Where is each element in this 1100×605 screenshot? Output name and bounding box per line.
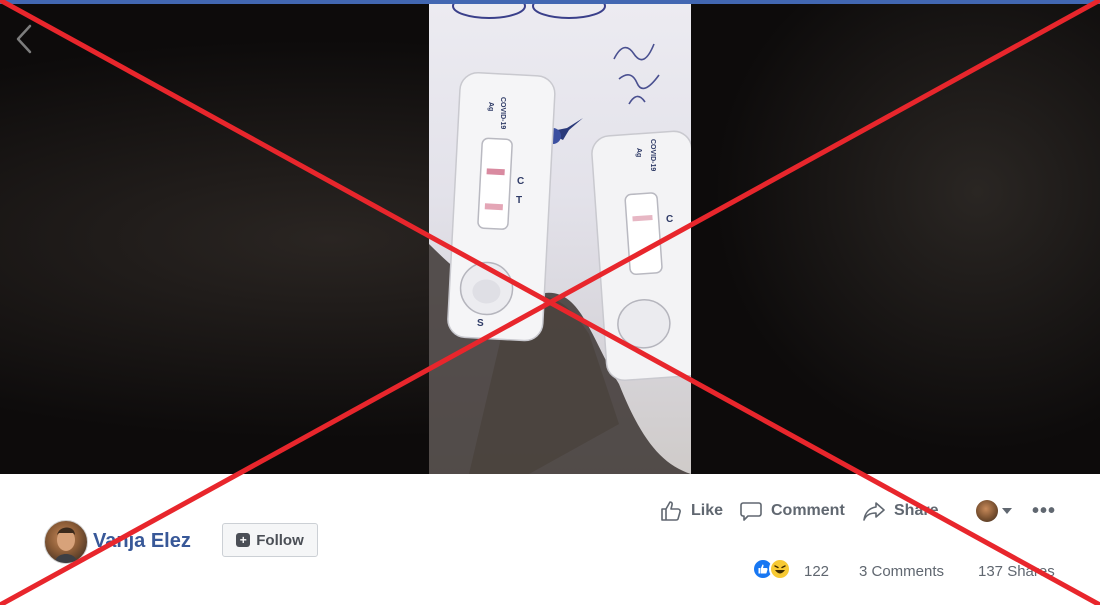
kit-left-mark-c: C <box>517 176 524 187</box>
author-name[interactable]: Vanja Elez <box>93 530 191 553</box>
plus-icon: + <box>236 533 251 547</box>
caret-down-icon[interactable] <box>1002 508 1012 514</box>
like-label: Like <box>691 502 724 519</box>
like-button[interactable]: Like <box>659 499 723 523</box>
video-frame[interactable]: COVID-19 Ag C T S COVID-19 Ag C <box>429 4 691 474</box>
share-button[interactable]: Share <box>862 499 938 523</box>
comments-count[interactable]: 3 Comments <box>859 563 944 580</box>
kit-right-sub: Ag <box>635 148 642 157</box>
reaction-count[interactable]: 122 <box>804 563 829 580</box>
kit-right-mark-c: C <box>666 214 673 225</box>
haha-reaction-icon <box>769 558 791 580</box>
thumbs-up-icon <box>661 501 681 521</box>
test-kits-photo: COVID-19 Ag C T S COVID-19 Ag C <box>429 4 691 474</box>
media-backdrop-right <box>691 4 1100 474</box>
comment-button[interactable]: Comment <box>739 499 845 523</box>
kit-left-sub: Ag <box>487 102 494 111</box>
follow-label: Follow <box>256 531 304 549</box>
more-icon[interactable]: ••• <box>1032 500 1056 523</box>
share-label: Share <box>894 502 939 519</box>
viewer-avatar[interactable] <box>976 500 998 522</box>
kit-right-label: COVID-19 <box>649 139 656 171</box>
comment-icon <box>740 502 762 521</box>
follow-button[interactable]: + Follow <box>222 523 318 557</box>
kit-left-mark-t: T <box>516 195 522 206</box>
kit-left-mark-s: S <box>477 318 484 329</box>
back-arrow-icon[interactable] <box>10 22 38 56</box>
media-viewer[interactable]: COVID-19 Ag C T S COVID-19 Ag C <box>0 4 1100 474</box>
share-icon <box>863 502 885 521</box>
shares-count[interactable]: 137 Shares <box>978 563 1055 580</box>
kit-left-label: COVID-19 <box>499 97 506 129</box>
author-avatar[interactable] <box>44 520 88 564</box>
reactions-summary[interactable] <box>752 558 791 580</box>
comment-label: Comment <box>771 502 845 519</box>
